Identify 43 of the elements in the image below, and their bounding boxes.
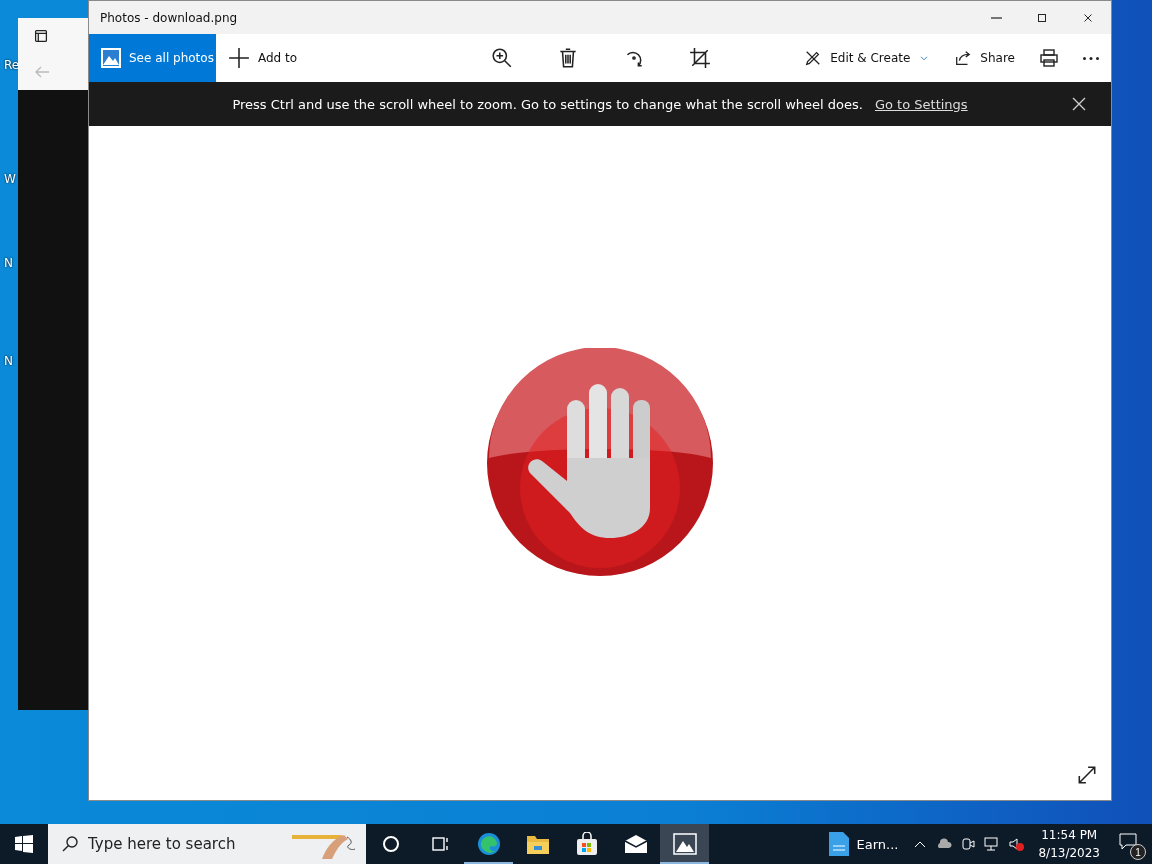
zoom-in-icon xyxy=(491,47,514,69)
muted-speaker-icon[interactable] xyxy=(1008,836,1025,852)
photos-icon xyxy=(672,833,697,855)
windows-icon xyxy=(15,835,33,853)
plus-icon xyxy=(228,47,250,69)
tab-icon xyxy=(32,27,50,45)
taskbar-app-button[interactable]: Earn... xyxy=(820,824,907,864)
camera-icon[interactable] xyxy=(960,836,977,852)
document-icon xyxy=(828,832,849,856)
add-to-button[interactable]: Add to xyxy=(216,34,310,82)
mail-icon xyxy=(623,834,648,854)
time-text: 11:54 PM xyxy=(1041,827,1098,844)
circle-icon xyxy=(380,834,401,854)
message-icon xyxy=(1118,832,1138,852)
desktop-icon-label[interactable]: N xyxy=(4,256,13,270)
search-field[interactable]: Type here to search xyxy=(48,824,366,864)
minimize-icon xyxy=(990,16,1002,19)
notifications-button[interactable]: 1 xyxy=(1108,824,1152,864)
desktop-icon-label[interactable]: W xyxy=(4,172,16,186)
desktop-icon-label[interactable]: N xyxy=(4,354,13,368)
desktop-icon-label[interactable]: Re xyxy=(4,58,20,72)
window-title: Photos - download.png xyxy=(99,10,239,25)
browser-icon xyxy=(476,832,501,856)
search-icon xyxy=(60,834,80,854)
crop-icon xyxy=(689,47,712,69)
clock[interactable]: 11:54 PM 8/13/2023 xyxy=(1030,826,1108,862)
network-icon[interactable] xyxy=(984,836,1001,852)
date-text: 8/13/2023 xyxy=(1038,845,1100,862)
share-icon xyxy=(954,49,973,67)
share-button[interactable]: Share xyxy=(942,34,1027,82)
folder-icon xyxy=(525,833,550,855)
notice-text: Press Ctrl and use the scroll wheel to zoom. Go to settings to change what the scroll wheel does. xyxy=(232,96,863,112)
more-icon xyxy=(1083,56,1099,60)
photos-icon xyxy=(101,48,121,68)
store-icon xyxy=(575,832,598,856)
settings-link[interactable]: Go to Settings xyxy=(874,96,968,112)
see-all-photos-button[interactable]: See all photos xyxy=(89,34,216,82)
task-view-icon xyxy=(429,834,450,854)
expand-icon xyxy=(1076,764,1098,786)
printer-icon xyxy=(1039,48,1059,68)
notification-count: 1 xyxy=(1130,844,1146,860)
edit-create-button[interactable]: Edit & Create xyxy=(792,34,943,82)
taskbar-app-button[interactable] xyxy=(660,824,709,864)
